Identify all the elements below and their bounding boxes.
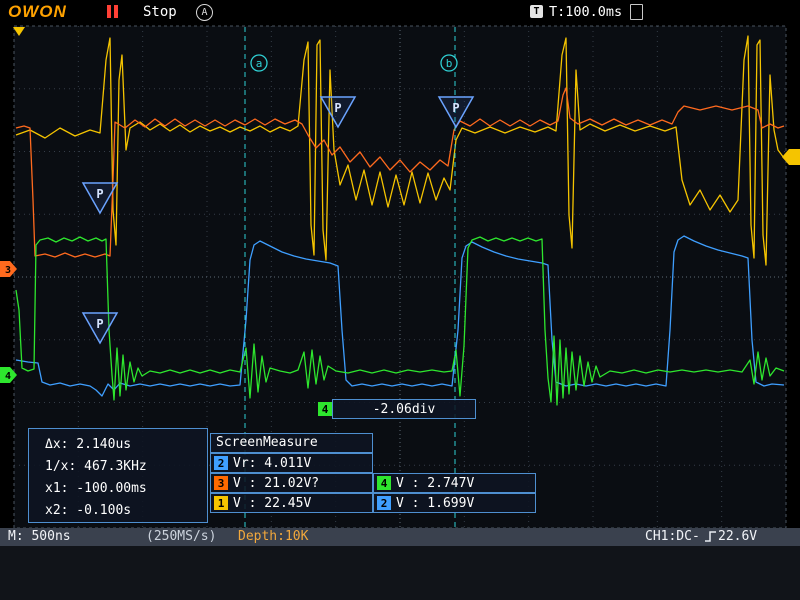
ch1-badge: 1: [214, 496, 228, 510]
cursor-measure-box: Δx: 2.140us 1/x: 467.3KHz x1: -100.00ms …: [28, 428, 208, 523]
svg-text:3: 3: [5, 265, 11, 276]
ch4-offset-value: -2.06div: [332, 399, 476, 419]
rising-edge-icon: [704, 530, 717, 547]
pause-icon: [107, 5, 118, 18]
brand-logo: OWON: [8, 2, 67, 21]
ch4-badge: 4: [318, 402, 332, 416]
ch2-badge: 2: [214, 456, 228, 470]
measure-row-ch3-v: 3 V : 21.02V?: [210, 473, 373, 493]
cursor-freq: 1/x: 467.3KHz: [45, 459, 147, 474]
measure-value: Vr: 4.011V: [233, 455, 312, 471]
top-bar: OWON Stop A T T:100.0ms: [0, 0, 800, 25]
screen-measure-title: ScreenMeasure: [210, 433, 373, 453]
trigger-source: CH1:DC-: [645, 529, 700, 544]
measure-value: V : 22.45V: [233, 495, 312, 511]
auto-mode-icon: A: [196, 4, 213, 21]
cursor-dx: Δx: 2.140us: [45, 437, 132, 452]
measure-row-ch2-vr: 2 Vr: 4.011V: [210, 453, 373, 473]
ch4-badge: 4: [377, 476, 391, 490]
run-state: Stop: [143, 4, 177, 20]
measure-value: V : 1.699V: [396, 495, 475, 511]
memory-depth: Depth:10K: [238, 529, 309, 544]
cursor-x2: x2: -0.100s: [45, 503, 132, 518]
trigger-time: T:100.0ms: [549, 4, 623, 20]
ch4-offset-badge: 4 -2.06div: [318, 399, 476, 419]
trigger-level-value: 22.6V: [718, 529, 758, 544]
measure-value: V : 2.747V: [396, 475, 475, 491]
status-bar: M: 500ns (250MS/s) Depth:10K CH1:DC- 22.…: [0, 528, 800, 546]
timebase: M: 500ns: [8, 529, 71, 544]
measure-row-ch4-v: 4 V : 2.747V: [373, 473, 536, 493]
ch3-badge: 3: [214, 476, 228, 490]
svg-text:4: 4: [5, 371, 11, 382]
document-icon: [630, 4, 643, 20]
sample-rate: (250MS/s): [146, 529, 217, 544]
bottom-menu-bar: 1 10.0V 2 BW- 5.00V 3 10.0V 4 BW- 5.00V …: [0, 546, 800, 600]
measure-row-ch1-v: 1 V : 22.45V: [210, 493, 373, 513]
trigger-position-icon: T: [530, 5, 543, 18]
cursor-x1: x1: -100.00ms: [45, 481, 147, 496]
oscilloscope-screen: OWON Stop A T T:100.0ms a b P P P P 3 4 …: [0, 0, 800, 600]
measure-row-ch2-v: 2 V : 1.699V: [373, 493, 536, 513]
measure-value: V : 21.02V?: [233, 475, 320, 491]
ch2-badge: 2: [377, 496, 391, 510]
